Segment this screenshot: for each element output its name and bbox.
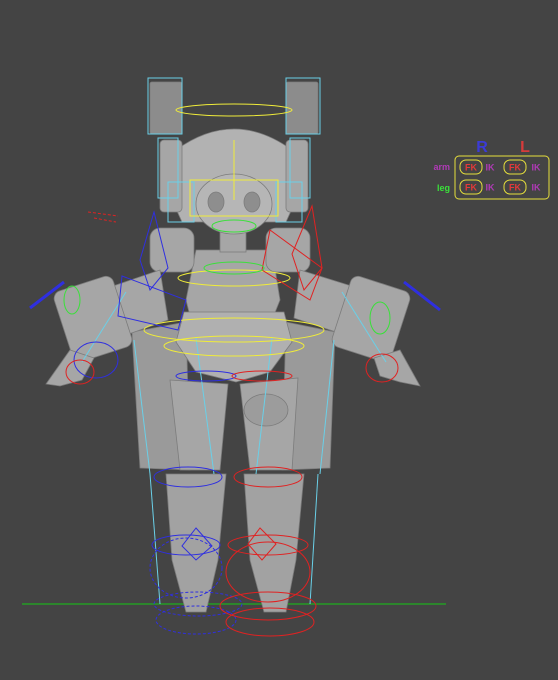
fk-ik-switch-panel[interactable]: R L arm FK IK FK IK leg FK IK FK IK (433, 139, 550, 200)
eye-left (243, 191, 261, 213)
helmet-side-left (285, 139, 309, 213)
head-fin-left (285, 81, 319, 135)
arm-r-ik-button[interactable]: IK (486, 163, 496, 173)
head-fin-right (149, 81, 183, 135)
leg-l-ik-button[interactable]: IK (532, 183, 542, 193)
boot-left (243, 473, 305, 613)
boot-right (165, 473, 227, 613)
eye-right (207, 191, 225, 213)
arm-r-fk-label: FK (465, 163, 477, 173)
arm-l-fk-label: FK (509, 163, 521, 173)
leg-l-fk-label: FK (509, 183, 521, 193)
shoulder-guard-right (149, 227, 195, 273)
leg-r-ik-button[interactable]: IK (486, 183, 496, 193)
row-label-arm: arm (433, 162, 450, 172)
panel-header-r: R (476, 139, 488, 156)
leg-r-fk-label: FK (465, 183, 477, 193)
knee-pad (243, 393, 289, 427)
panel-header-l: L (520, 139, 530, 156)
character-mesh[interactable] (45, 81, 421, 613)
row-label-leg: leg (437, 183, 450, 193)
leg-right (169, 379, 229, 471)
arm-l-ik-button[interactable]: IK (532, 163, 542, 173)
shoulder-guard-left (265, 227, 311, 273)
helmet-side-right (159, 139, 183, 213)
maya-viewport[interactable]: R L arm FK IK FK IK leg FK IK FK IK (0, 0, 558, 680)
